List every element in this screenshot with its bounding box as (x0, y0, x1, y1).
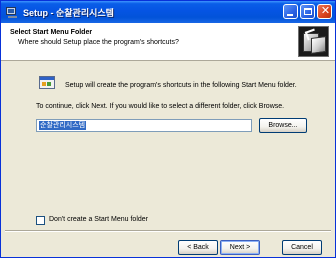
minimize-icon (287, 14, 293, 16)
window-title: Setup - 순찰관리시스템 (23, 7, 114, 18)
maximize-icon (304, 8, 312, 15)
minimize-button[interactable] (283, 4, 298, 19)
folder-input-value: 순찰관리시스템 (39, 121, 87, 130)
install-box-icon (298, 26, 329, 57)
title-bar[interactable]: Setup - 순찰관리시스템 ✕ (1, 1, 335, 23)
back-button[interactable]: < Back (178, 240, 218, 255)
no-folder-checkbox[interactable] (36, 216, 45, 225)
next-button-label: Next > (229, 244, 251, 251)
cancel-button[interactable]: Cancel (282, 240, 322, 255)
no-folder-checkbox-label[interactable]: Don't create a Start Menu folder (49, 216, 148, 223)
setup-window: Setup - 순찰관리시스템 ✕ Select Start Menu Fold… (0, 0, 336, 258)
browse-button[interactable]: Browse... (259, 118, 307, 133)
close-icon: ✕ (320, 5, 331, 17)
program-group-icon (39, 74, 56, 91)
back-button-label: < Back (187, 244, 209, 251)
instruction-text: To continue, click Next. If you would li… (36, 103, 285, 110)
close-button[interactable]: ✕ (317, 4, 332, 19)
start-menu-folder-input[interactable]: 순찰관리시스템 (36, 119, 252, 132)
info-text: Setup will create the program's shortcut… (65, 82, 297, 89)
footer-divider (5, 230, 331, 232)
window-controls: ✕ (283, 4, 332, 19)
cancel-button-label: Cancel (291, 244, 313, 251)
next-button[interactable]: Next > (220, 240, 260, 255)
page-title: Select Start Menu Folder (10, 29, 93, 36)
setup-computer-icon (6, 6, 19, 19)
browse-button-label: Browse... (268, 122, 298, 129)
maximize-button[interactable] (300, 4, 315, 19)
wizard-header: Select Start Menu Folder Where should Se… (1, 23, 335, 61)
page-subtitle: Where should Setup place the program's s… (18, 39, 179, 46)
